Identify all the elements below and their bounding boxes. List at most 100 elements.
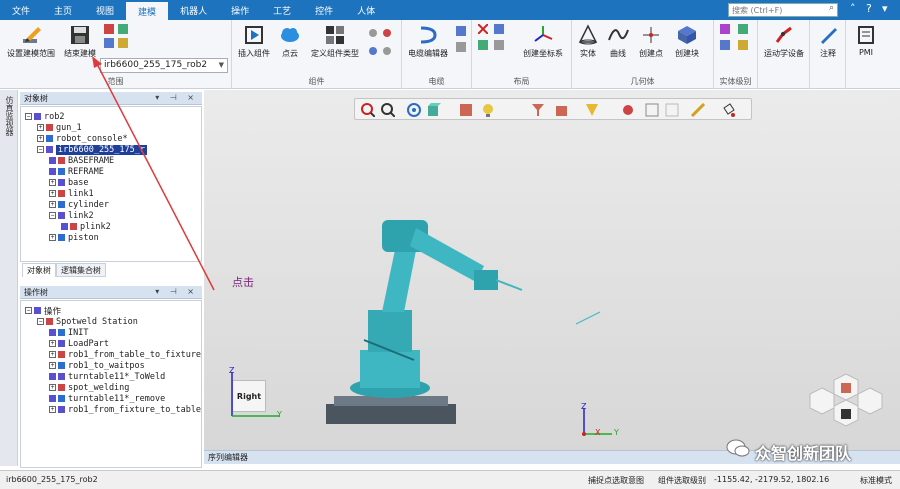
object-tree-item-row[interactable]: REFRAME (49, 166, 104, 177)
layout-tool-icon-2[interactable] (494, 24, 504, 34)
tab-object-tree[interactable]: 对象树 (22, 263, 56, 277)
placement-icon[interactable] (621, 103, 635, 117)
menu-tab-operation[interactable]: 操作 (219, 0, 261, 20)
panel-controls-icon[interactable]: ▾ ⊣ × (155, 93, 198, 102)
zoom-to-fit-icon[interactable] (361, 103, 375, 117)
object-tree-item-row[interactable]: + base (49, 177, 88, 188)
quick-action-kinematics-icon[interactable] (857, 387, 883, 415)
ghost-icon[interactable] (665, 103, 679, 117)
object-tree-item-row[interactable]: + link1 (49, 188, 94, 199)
operation-tree-item-row[interactable]: − Spotweld Station (37, 316, 138, 327)
expand-toggle-icon[interactable]: + (49, 406, 56, 413)
scope-tool-icon-4[interactable] (118, 38, 128, 48)
view-cube-icon[interactable] (427, 103, 441, 117)
expand-toggle-icon[interactable]: + (49, 179, 56, 186)
component-tool-icon-4[interactable] (382, 46, 392, 56)
expand-toggle-icon[interactable]: + (49, 234, 56, 241)
end-modeling-button[interactable]: 结束建模 (60, 24, 100, 59)
operation-tree-item-row[interactable]: + spot_welding (49, 382, 129, 393)
object-tree-item-row[interactable]: + robot_console* (37, 133, 128, 144)
status-pick-level[interactable]: 组件选取级别 (658, 475, 706, 486)
blank-icon[interactable] (645, 103, 659, 117)
operation-tree-item-row[interactable]: + rob1_to_waitpos (49, 360, 145, 371)
color-bucket-icon[interactable] (721, 103, 735, 117)
operation-tree-item-row[interactable]: + LoadPart (49, 338, 109, 349)
menu-tab-control[interactable]: 控件 (303, 0, 345, 20)
component-tool-icon-3[interactable] (368, 46, 378, 56)
pmi-button[interactable]: PMI (846, 24, 886, 57)
set-scope-button[interactable]: 设置建模范围 (4, 24, 58, 59)
layout-tool-icon-3[interactable] (478, 40, 488, 50)
component-tool-icon-1[interactable] (368, 28, 378, 38)
shading-icon[interactable] (459, 103, 473, 117)
scope-tool-icon-3[interactable] (104, 38, 114, 48)
expand-toggle-icon[interactable]: − (25, 113, 32, 120)
object-tree-item-row[interactable]: plink2 (61, 221, 111, 232)
object-tree-item-row[interactable]: − link2 (49, 210, 94, 221)
cable-tool-icon-2[interactable] (456, 42, 466, 52)
layout-tool-icon-1[interactable] (478, 24, 488, 34)
operation-tree-item-row[interactable]: turntable11*_ToWeld (49, 371, 165, 382)
create-block-button[interactable]: 创建块 (670, 24, 704, 59)
status-pick-intent[interactable]: 捕捉点选取意图 (588, 475, 644, 486)
pick-intent-icon[interactable] (585, 103, 599, 117)
measure-icon[interactable] (691, 103, 705, 117)
panel-controls-icon[interactable]: ▾ ⊣ × (155, 287, 198, 296)
expand-toggle-icon[interactable]: + (49, 340, 56, 347)
zoom-icon[interactable] (381, 103, 395, 117)
robot-scope-select[interactable]: irb6600_255_175_rob2 ▼ (100, 58, 228, 73)
define-component-type-button[interactable]: 定义组件类型 (306, 24, 364, 59)
expand-toggle-icon[interactable]: − (25, 307, 32, 314)
expand-toggle-icon[interactable]: − (37, 318, 44, 325)
menu-tab-robot[interactable]: 机器人 (168, 0, 219, 20)
create-frame-button[interactable]: 创建坐标系 (516, 24, 570, 59)
operation-tree-item-row[interactable]: INIT (49, 327, 88, 338)
status-mode[interactable]: 标准模式 (860, 475, 892, 486)
operation-tree-item-row[interactable]: − 操作 (25, 305, 61, 317)
cable-editor-button[interactable]: 电缆编辑器 (404, 24, 452, 59)
curve-button[interactable]: 曲线 (604, 24, 632, 59)
annotation-button[interactable]: 注释 (810, 24, 846, 59)
object-tree-item-row[interactable]: + piston (49, 232, 99, 243)
pan-icon[interactable] (407, 103, 421, 117)
cable-tool-icon-1[interactable] (456, 26, 466, 36)
menu-tab-process[interactable]: 工艺 (261, 0, 303, 20)
create-point-button[interactable]: 创建点 (634, 24, 668, 59)
light-bulb-icon[interactable] (481, 103, 495, 117)
object-tree-item-row[interactable]: − rob2 (25, 111, 64, 122)
point-cloud-button[interactable]: 点云 (276, 24, 304, 59)
expand-toggle-icon[interactable]: − (37, 146, 44, 153)
menu-tab-view[interactable]: 视图 (84, 0, 126, 20)
box-icon[interactable] (555, 103, 569, 117)
scope-tool-icon-2[interactable] (118, 24, 128, 34)
expand-toggle-icon[interactable]: + (49, 362, 56, 369)
insert-component-button[interactable]: 插入组件 (234, 24, 274, 59)
collapse-ribbon-icon[interactable]: ˄ (850, 2, 856, 15)
component-tool-icon-2[interactable] (382, 28, 392, 38)
graphic-viewer[interactable]: Right Z Y Z X Y (204, 90, 900, 450)
simulation-monitor-strip[interactable]: 仿真监视器 (0, 90, 18, 466)
object-tree-item-row[interactable]: BASEFRAME (49, 155, 114, 166)
layout-tool-icon-4[interactable] (494, 40, 504, 50)
menu-tab-modeling[interactable]: 建模 (126, 0, 169, 20)
expand-toggle-icon[interactable]: + (37, 135, 44, 142)
menu-tab-file[interactable]: 文件 (0, 0, 42, 20)
search-input[interactable]: 搜索 (Ctrl+F) (728, 3, 838, 17)
window-menu-icon[interactable]: ▾ (882, 2, 888, 15)
operation-tree-item-row[interactable]: + rob1_from_fixture_to_table (49, 404, 201, 415)
object-tree-item-row[interactable]: + cylinder (49, 199, 109, 210)
object-tree-item-row[interactable]: + gun_1 (37, 122, 82, 133)
kinematics-device-button[interactable]: 运动学设备 (758, 24, 810, 59)
object-tree-item-row[interactable]: − irb6600_255_175_r (37, 144, 147, 155)
menu-tab-home[interactable]: 主页 (42, 0, 84, 20)
scope-tool-icon-1[interactable] (104, 24, 114, 34)
entity-tool-icon-1[interactable] (720, 24, 730, 34)
expand-toggle-icon[interactable]: + (49, 190, 56, 197)
entity-tool-icon-2[interactable] (738, 24, 748, 34)
solid-button[interactable]: 实体 (574, 24, 602, 59)
entity-tool-icon-4[interactable] (738, 40, 748, 50)
menu-tab-human[interactable]: 人体 (345, 0, 387, 20)
selection-filter-icon[interactable] (531, 103, 545, 117)
operation-tree-item-row[interactable]: + rob1_from_table_to_fixture (49, 349, 201, 360)
robot-model[interactable] (324, 190, 564, 440)
